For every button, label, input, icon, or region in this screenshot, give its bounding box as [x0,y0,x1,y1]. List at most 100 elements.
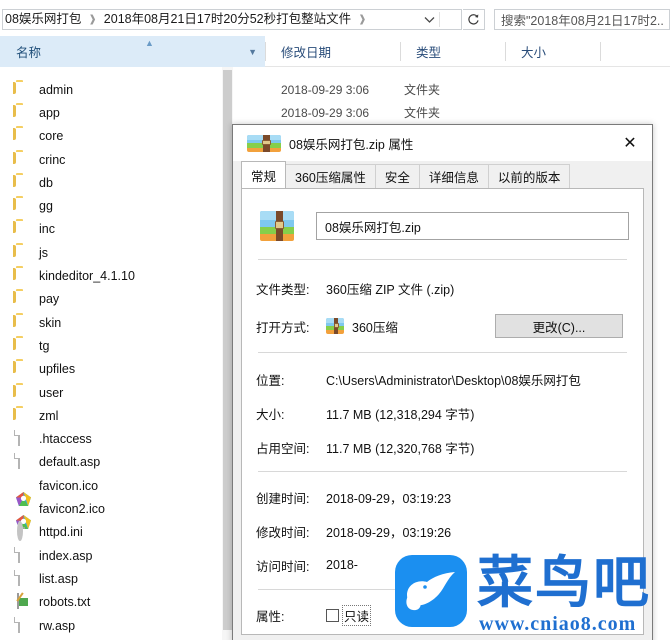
filename-value: 08娱乐网打包.zip [325,220,421,235]
file-name-cell[interactable]: admin [0,82,73,98]
column-header-date[interactable]: 修改日期 [265,36,400,67]
dialog-tab-4[interactable]: 以前的版本 [487,164,571,188]
file-icon [18,569,20,586]
column-header-type[interactable]: 类型 [400,36,505,67]
divider-2 [258,352,627,353]
size-value: 11.7 MB (12,318,294 字节) [326,407,475,422]
file-row[interactable]: app 2018-09-29 3:06 文件夹 [0,101,670,124]
breadcrumb-item-1[interactable]: 2018年08月21日17时20分52秒打包整站文件 [102,10,353,29]
created-row: 创建时间: 2018-09-29，03:19:23 [256,483,629,511]
dialog-tab-1[interactable]: 360压缩属性 [285,164,376,188]
file-icon [18,616,20,633]
file-icon [18,453,20,470]
file-name-cell[interactable]: inc [0,221,55,237]
file-name-label: tg [39,338,50,353]
openwith-value: 360压缩 [352,320,398,335]
file-name-cell[interactable]: tg [0,338,49,354]
created-label: 创建时间: [256,491,310,506]
file-name-cell[interactable]: favicon2.ico [0,501,106,530]
refresh-button[interactable] [463,9,485,30]
dialog-tab-0[interactable]: 常规 [241,161,287,188]
breadcrumb-item-0[interactable]: 08娱乐网打包 [3,10,83,29]
watermark-url: www.cniao8.com [479,613,637,635]
size-label: 大小: [256,407,285,422]
column-header-size-label: 大小 [521,46,547,60]
file-name-label: robots.txt [39,595,91,610]
sort-ascending-icon: ▲ [145,38,154,48]
dialog-title-bar[interactable]: 08娱乐网打包.zip 属性 ✕ [233,125,652,161]
file-name-cell[interactable]: skin [0,315,61,331]
file-name-cell[interactable]: app [0,105,60,121]
column-header-type-label: 类型 [416,46,442,60]
filename-row: 08娱乐网打包.zip [256,205,629,247]
divider-3 [258,471,627,472]
dialog-tab-label: 安全 [384,171,410,185]
watermark-brand: 菜鸟吧 [477,551,651,616]
file-row[interactable]: admin 2018-09-29 3:06 文件夹 [0,78,670,101]
file-name-cell[interactable]: favicon.ico [0,478,99,506]
chevron-down-icon[interactable] [419,10,439,29]
file-name-cell[interactable]: robots.txt [0,593,91,610]
file-name-cell[interactable]: upfiles [0,361,75,377]
breadcrumb-separator-icon: ❱ [88,14,97,25]
notepad-icon [17,593,19,610]
ondisk-label: 占用空间: [256,441,310,456]
file-name-cell[interactable]: gg [0,198,53,214]
file-name-cell[interactable]: index.asp [0,546,93,564]
modified-label: 修改时间: [256,525,310,540]
file-name-cell[interactable]: user [0,385,63,401]
dialog-tab-3[interactable]: 详细信息 [418,164,489,188]
file-name-label: core [39,129,64,144]
accessed-value: 2018- [326,558,358,572]
file-name-cell[interactable]: crinc [0,152,65,168]
file-type-cell: 文件夹 [404,83,441,98]
dialog-tab-label: 以前的版本 [497,171,561,185]
file-name-cell[interactable]: zml [0,408,58,424]
file-name-label: upfiles [39,362,76,377]
dialog-tab-label: 常规 [251,169,277,184]
search-placeholder: 搜索"2018年08月21日17时2.. [501,14,664,28]
vertical-scrollbar-thumb[interactable] [223,70,232,630]
file-name-label: favicon.ico [39,478,99,493]
file-name-cell[interactable]: list.asp [0,569,78,587]
address-breadcrumb-box[interactable]: 08娱乐网打包 ❱ 2018年08月21日17时20分52秒打包整站文件 ❱ [2,9,462,30]
divider-4 [258,589,413,590]
openwith-label: 打开方式: [256,320,310,335]
attributes-label: 属性: [256,609,285,624]
file-name-cell[interactable]: pay [0,291,59,307]
file-name-label: gg [39,199,53,214]
search-input[interactable]: 搜索"2018年08月21日17时2.. [494,9,670,30]
file-name-label: .htaccess [39,432,92,447]
filetype-label: 文件类型: [256,282,310,297]
readonly-label[interactable]: 只读 [341,604,372,626]
file-name-cell[interactable]: core [0,128,63,144]
breadcrumb-separator-icon-2[interactable]: ❱ [353,10,371,29]
openwith-row: 打开方式: 360压缩 更改(C)... [256,312,629,340]
modified-value: 2018-09-29，03:19:26 [326,525,452,540]
dialog-tab-strip[interactable]: 常规 360压缩属性 安全 详细信息 以前的版本 [233,161,652,188]
column-header-name[interactable]: ▲ 名称 ▼ [0,36,265,67]
dialog-tab-2[interactable]: 安全 [374,164,420,188]
file-name-cell[interactable]: kindeditor_4.1.10 [0,268,135,284]
file-name-cell[interactable]: httpd.ini [0,521,83,542]
created-value: 2018-09-29，03:19:23 [326,491,452,506]
file-date-cell: 2018-09-29 3:06 [281,105,370,120]
file-name-cell[interactable]: rw.asp [0,616,75,634]
column-header-name-chevron-icon[interactable]: ▼ [248,47,257,57]
accessed-label: 访问时间: [256,559,310,574]
file-name-label: favicon2.ico [39,502,106,517]
file-name-cell[interactable]: js [0,245,48,261]
file-name-cell[interactable]: db [0,175,53,191]
file-name-cell[interactable]: default.asp [0,453,100,470]
file-name-label: app [39,105,60,120]
column-divider-4[interactable] [600,42,601,61]
close-icon[interactable]: ✕ [608,125,652,159]
change-button[interactable]: 更改(C)... [495,314,623,338]
filename-input[interactable]: 08娱乐网打包.zip [316,212,629,240]
column-header-size[interactable]: 大小 [505,36,600,67]
file-icon [18,546,20,563]
readonly-checkbox[interactable] [326,608,339,622]
file-icon [18,430,20,447]
file-name-cell[interactable]: .htaccess [0,430,92,447]
explorer-window: 08娱乐网打包 ❱ 2018年08月21日17时20分52秒打包整站文件 ❱ 搜… [0,0,670,640]
